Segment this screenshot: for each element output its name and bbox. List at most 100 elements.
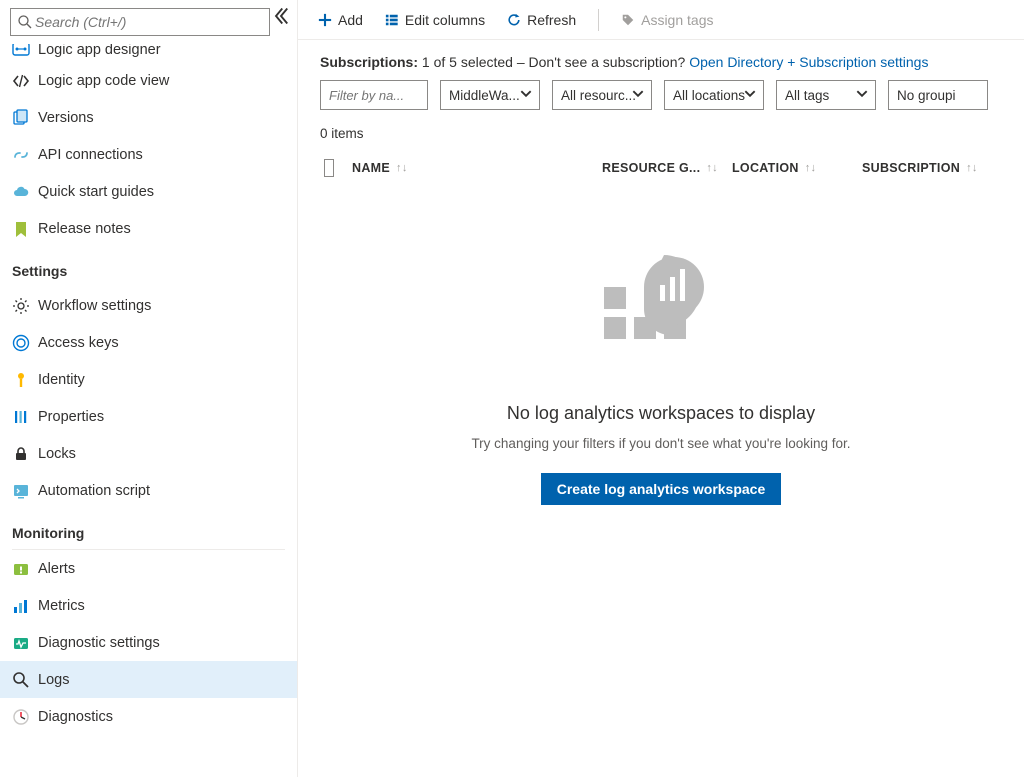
sidebar-item-quick-start-guides[interactable]: Quick start guides <box>0 173 297 210</box>
lock-icon <box>12 445 38 463</box>
sidebar-item-workflow-settings[interactable]: Workflow settings <box>0 287 297 324</box>
sidebar-item-locks[interactable]: Locks <box>0 435 297 472</box>
alerts-icon <box>12 560 38 578</box>
sidebar-item-properties[interactable]: Properties <box>0 398 297 435</box>
sidebar-item-label: Properties <box>38 409 104 425</box>
column-rg-label: RESOURCE G... <box>602 161 700 175</box>
sidebar-item-alerts[interactable]: Alerts <box>0 550 297 587</box>
properties-icon <box>12 408 38 426</box>
column-header-resource-group[interactable]: RESOURCE G... ↑↓ <box>602 161 732 175</box>
sidebar-item-logic-app-designer[interactable]: Logic app designer <box>0 44 297 62</box>
sidebar-scroll[interactable]: Logic app designer Logic app code view V… <box>0 44 297 777</box>
sidebar-item-label: Metrics <box>38 598 85 614</box>
subscriptions-link[interactable]: Open Directory + Subscription settings <box>689 54 928 70</box>
sidebar-item-api-connections[interactable]: API connections <box>0 136 297 173</box>
versions-icon <box>12 109 38 127</box>
cloud-icon <box>12 183 38 201</box>
sidebar-section-settings: Settings <box>0 247 297 287</box>
subscriptions-text: 1 of 5 selected – Don't see a subscripti… <box>422 54 685 70</box>
sort-icon: ↑↓ <box>706 162 718 174</box>
sidebar-item-label: Alerts <box>38 561 75 577</box>
sidebar-item-label: Locks <box>38 446 76 462</box>
sidebar-item-access-keys[interactable]: Access keys <box>0 324 297 361</box>
sidebar-item-versions[interactable]: Versions <box>0 99 297 136</box>
sidebar-item-label: API connections <box>38 147 143 163</box>
sidebar-search[interactable] <box>10 8 270 36</box>
logic-app-designer-icon <box>12 44 38 58</box>
sort-icon: ↑↓ <box>805 162 817 174</box>
filter-tags-value: All tags <box>785 88 829 103</box>
column-name-label: NAME <box>352 161 390 175</box>
access-keys-icon <box>12 334 38 352</box>
sidebar-item-label: Automation script <box>38 483 150 499</box>
table-header: NAME ↑↓ RESOURCE G... ↑↓ LOCATION ↑↓ SUB… <box>298 151 1024 185</box>
logs-icon <box>12 671 38 689</box>
empty-state-title: No log analytics workspaces to display <box>507 403 815 424</box>
automation-script-icon <box>12 482 38 500</box>
create-workspace-button[interactable]: Create log analytics workspace <box>541 473 782 505</box>
sidebar-item-diagnostic-settings[interactable]: Diagnostic settings <box>0 624 297 661</box>
toolbar-edit-columns-label: Edit columns <box>405 12 485 28</box>
sidebar-search-input[interactable] <box>33 13 263 31</box>
subscriptions-row: Subscriptions: 1 of 5 selected – Don't s… <box>298 40 1024 80</box>
subscriptions-label: Subscriptions: <box>320 54 418 70</box>
filter-grouping-dropdown[interactable]: No groupi <box>888 80 988 110</box>
sidebar-item-diagnostics[interactable]: Diagnostics <box>0 698 297 735</box>
toolbar-separator <box>598 9 599 31</box>
sidebar-item-label: Release notes <box>38 221 131 237</box>
column-header-name[interactable]: NAME ↑↓ <box>352 161 602 175</box>
filter-locations-dropdown[interactable]: All locations <box>664 80 764 110</box>
edit-columns-icon <box>385 13 399 27</box>
filter-resource-group-value: MiddleWa... <box>449 88 520 103</box>
sidebar-item-logic-app-code-view[interactable]: Logic app code view <box>0 62 297 99</box>
toolbar-assign-tags-button: Assign tags <box>621 12 713 28</box>
filter-by-name-input[interactable] <box>320 80 428 110</box>
filter-grouping-value: No groupi <box>897 88 956 103</box>
empty-state-art-icon <box>586 255 736 375</box>
search-icon <box>17 14 33 30</box>
sidebar-item-release-notes[interactable]: Release notes <box>0 210 297 247</box>
bookmark-icon <box>12 220 38 238</box>
sidebar-item-label: Logic app designer <box>38 44 161 58</box>
toolbar-edit-columns-button[interactable]: Edit columns <box>385 12 485 28</box>
sidebar-item-metrics[interactable]: Metrics <box>0 587 297 624</box>
column-header-location[interactable]: LOCATION ↑↓ <box>732 161 862 175</box>
select-all-checkbox[interactable] <box>324 159 334 177</box>
column-header-subscription[interactable]: SUBSCRIPTION ↑↓ <box>862 161 1002 175</box>
filter-resource-group-dropdown[interactable]: MiddleWa... <box>440 80 540 110</box>
tag-icon <box>621 13 635 27</box>
toolbar-refresh-label: Refresh <box>527 12 576 28</box>
column-sub-label: SUBSCRIPTION <box>862 161 960 175</box>
column-loc-label: LOCATION <box>732 161 799 175</box>
sidebar-section-monitoring: Monitoring <box>12 509 285 550</box>
sidebar-item-label: Logs <box>38 672 69 688</box>
api-connections-icon <box>12 146 38 164</box>
chevron-down-icon <box>855 87 869 104</box>
toolbar: Add Edit columns Refresh Assign tags <box>298 0 1024 40</box>
toolbar-refresh-button[interactable]: Refresh <box>507 12 576 28</box>
toolbar-add-button[interactable]: Add <box>318 12 363 28</box>
items-count: 0 items <box>298 122 1024 151</box>
sidebar-item-identity[interactable]: Identity <box>0 361 297 398</box>
refresh-icon <box>507 13 521 27</box>
filter-resource-type-dropdown[interactable]: All resourc... <box>552 80 652 110</box>
plus-icon <box>318 13 332 27</box>
diagnostic-settings-icon <box>12 634 38 652</box>
diagnostics-icon <box>12 708 38 726</box>
sidebar-item-label: Identity <box>38 372 85 388</box>
sidebar-item-label: Diagnostics <box>38 709 113 725</box>
toolbar-assign-tags-label: Assign tags <box>641 12 713 28</box>
empty-state-subtitle: Try changing your filters if you don't s… <box>471 436 850 451</box>
code-icon <box>12 72 38 90</box>
sidebar-collapse-button[interactable] <box>271 6 291 26</box>
main-pane: Add Edit columns Refresh Assign tags <box>298 0 1024 777</box>
filter-tags-dropdown[interactable]: All tags <box>776 80 876 110</box>
filter-resource-type-value: All resourc... <box>561 88 636 103</box>
chevron-down-icon <box>743 87 757 104</box>
filter-locations-value: All locations <box>673 88 745 103</box>
sidebar-item-label: Quick start guides <box>38 184 154 200</box>
sidebar-item-automation-script[interactable]: Automation script <box>0 472 297 509</box>
sidebar-item-label: Versions <box>38 110 94 126</box>
sidebar-item-logs[interactable]: Logs <box>0 661 297 698</box>
chevron-down-icon <box>631 87 645 104</box>
